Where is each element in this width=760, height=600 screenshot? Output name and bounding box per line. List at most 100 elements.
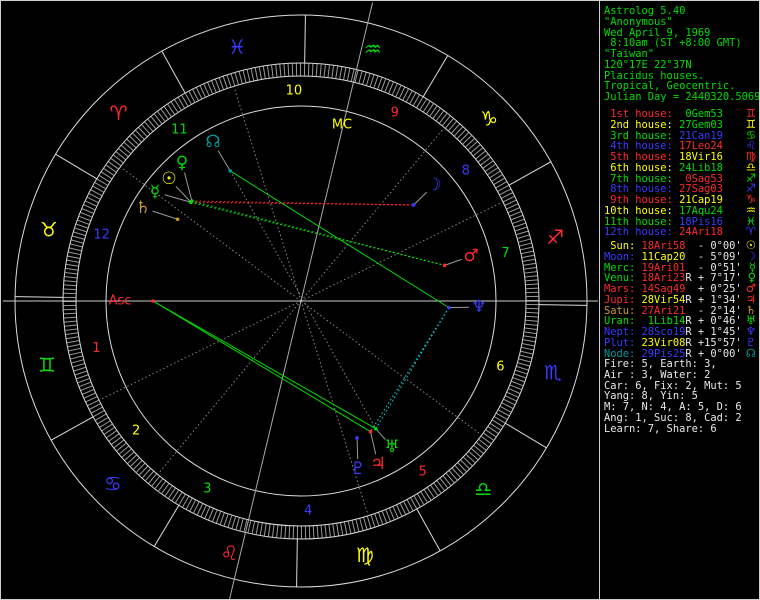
degree-tick bbox=[511, 380, 524, 387]
degree-tick bbox=[276, 525, 279, 538]
degree-tick bbox=[515, 369, 528, 375]
degree-tick bbox=[525, 283, 538, 286]
degree-tick bbox=[271, 65, 274, 78]
sign-glyph-gemini: ♊ bbox=[38, 353, 56, 377]
degree-tick bbox=[227, 515, 233, 528]
degree-tick bbox=[251, 521, 256, 534]
degree-tick bbox=[73, 366, 86, 372]
planet-dot-mars bbox=[442, 263, 447, 268]
degree-tick bbox=[64, 276, 77, 279]
planet-glyph-mars: ♂ bbox=[463, 246, 478, 266]
degree-tick bbox=[525, 319, 538, 322]
degree-tick bbox=[63, 288, 76, 291]
house-cusp-list: 1st house: 0Gem53 ♊ 2nd house: 27Gem03 ♊ 3… bbox=[604, 107, 759, 238]
degree-tick bbox=[359, 518, 364, 531]
degree-tick bbox=[231, 516, 236, 529]
degree-tick bbox=[275, 64, 278, 77]
degree-tick bbox=[65, 272, 78, 275]
degree-tick bbox=[78, 215, 91, 222]
degree-tick bbox=[363, 517, 368, 530]
astrolog-window: ♈ ♉ ♊ ♋ ♌ ♍ ♎ ♏ ♐ ♑ ♒ ♓ 1 2 3 4 5 6 7 8 9 10 11 12 ☉ ☽ ☿ ♀ ♂ ♃ ♄ ♅ ♆ ♇ ☊ As… bbox=[0, 0, 760, 600]
degree-tick bbox=[526, 311, 539, 314]
degree-tick bbox=[377, 77, 383, 90]
degree-tick bbox=[506, 391, 519, 398]
sign-boundary bbox=[153, 504, 180, 547]
degree-tick bbox=[522, 254, 535, 259]
degree-tick bbox=[203, 84, 210, 96]
planet-glyph-venus: ♀ bbox=[176, 153, 188, 173]
degree-tick bbox=[517, 234, 530, 239]
sign-glyph-aries: ♈ bbox=[110, 101, 128, 125]
degree-tick bbox=[521, 346, 534, 351]
degree-tick bbox=[518, 238, 531, 243]
degree-tick bbox=[91, 406, 103, 414]
degree-tick bbox=[525, 279, 538, 282]
degree-tick bbox=[327, 65, 330, 78]
degree-tick bbox=[522, 258, 535, 262]
degree-tick bbox=[320, 525, 323, 538]
degree-tick bbox=[513, 222, 526, 228]
degree-tick bbox=[366, 73, 371, 86]
mc-label: MC bbox=[332, 118, 352, 133]
degree-tick bbox=[67, 255, 80, 259]
degree-tick bbox=[284, 525, 287, 538]
degree-tick bbox=[226, 75, 232, 87]
degree-tick bbox=[517, 362, 530, 367]
degree-tick bbox=[85, 200, 97, 207]
degree-tick bbox=[65, 328, 78, 331]
degree-tick bbox=[66, 259, 79, 263]
sidebar: Astrolog 5.40 "Anonymous" Wed April 9, 196… bbox=[603, 1, 759, 599]
planet-dot-jupiter bbox=[368, 429, 373, 434]
degree-tick bbox=[212, 510, 218, 522]
degree-tick bbox=[279, 64, 282, 77]
degree-tick bbox=[262, 66, 266, 79]
degree-tick bbox=[373, 76, 379, 88]
planet-dot-saturn bbox=[175, 217, 180, 222]
aspect-line-venus-moon bbox=[191, 200, 414, 206]
house-number-2: 2 bbox=[132, 424, 140, 439]
degree-tick bbox=[525, 275, 538, 278]
planet-pointer-jupiter bbox=[370, 431, 377, 455]
degree-tick bbox=[283, 64, 286, 77]
house-number-1: 1 bbox=[92, 341, 100, 356]
sign-glyph-capricorn: ♑ bbox=[480, 107, 498, 131]
degree-tick bbox=[343, 67, 347, 80]
degree-tick bbox=[519, 354, 532, 359]
aspect-line-neptune-jupiter bbox=[370, 307, 450, 432]
sign-glyph-virgo: ♍ bbox=[356, 543, 374, 567]
sign-boundary bbox=[55, 153, 98, 180]
degree-tick bbox=[501, 192, 513, 199]
degree-tick bbox=[506, 203, 518, 210]
degree-tick bbox=[335, 66, 339, 79]
planet-position-list: Sun: 18Ari58 - 0°00' ☉ Moon: 11Cap20 - 5°0… bbox=[604, 239, 759, 359]
degree-tick bbox=[211, 80, 217, 93]
degree-tick bbox=[239, 518, 244, 531]
planet-glyph-moon: ☽ bbox=[426, 175, 441, 195]
degree-tick bbox=[64, 324, 77, 327]
degree-tick bbox=[515, 226, 527, 232]
degree-tick bbox=[267, 524, 271, 537]
sign-boundary bbox=[15, 296, 64, 298]
degree-tick bbox=[522, 343, 535, 347]
planet-dot-node bbox=[228, 169, 233, 173]
planet-dot-uranus bbox=[373, 426, 378, 431]
degree-tick bbox=[89, 403, 101, 410]
degree-tick bbox=[64, 316, 77, 319]
degree-tick bbox=[223, 514, 229, 526]
degree-tick bbox=[71, 359, 84, 364]
degree-tick bbox=[80, 212, 92, 218]
degree-tick bbox=[238, 71, 243, 84]
degree-tick bbox=[331, 65, 335, 78]
degree-tick bbox=[343, 522, 348, 535]
sign-glyph-libra: ♎ bbox=[474, 477, 492, 501]
degree-tick bbox=[399, 503, 406, 515]
degree-tick bbox=[366, 516, 372, 529]
degree-tick bbox=[76, 374, 89, 380]
house-number-7: 7 bbox=[501, 246, 509, 261]
house-cusp-line bbox=[98, 300, 302, 401]
degree-tick bbox=[250, 68, 255, 81]
degree-tick bbox=[381, 511, 388, 523]
degree-tick bbox=[385, 509, 391, 522]
degree-tick bbox=[523, 262, 536, 266]
degree-tick bbox=[332, 524, 336, 537]
